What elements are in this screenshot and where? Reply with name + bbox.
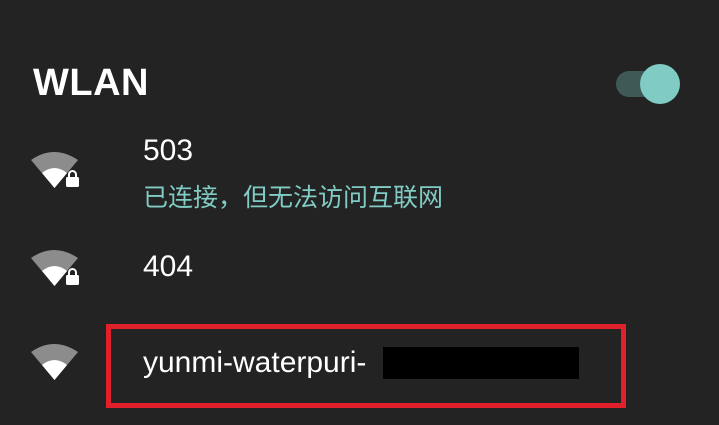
wlan-toggle[interactable] — [614, 64, 682, 104]
network-item-404[interactable]: 404 — [0, 236, 719, 306]
network-status: 已连接，但无法访问互联网 — [143, 183, 444, 212]
wifi-lock-icon — [30, 150, 80, 190]
highlight-box — [106, 324, 626, 408]
wifi-lock-icon — [30, 248, 80, 288]
page-title: WLAN — [33, 62, 149, 104]
network-ssid: 404 — [143, 250, 194, 283]
toggle-thumb — [640, 64, 680, 104]
network-item-503[interactable]: 503 已连接，但无法访问互联网 — [0, 130, 719, 220]
wifi-icon — [30, 342, 80, 382]
network-ssid: 503 — [143, 134, 194, 167]
